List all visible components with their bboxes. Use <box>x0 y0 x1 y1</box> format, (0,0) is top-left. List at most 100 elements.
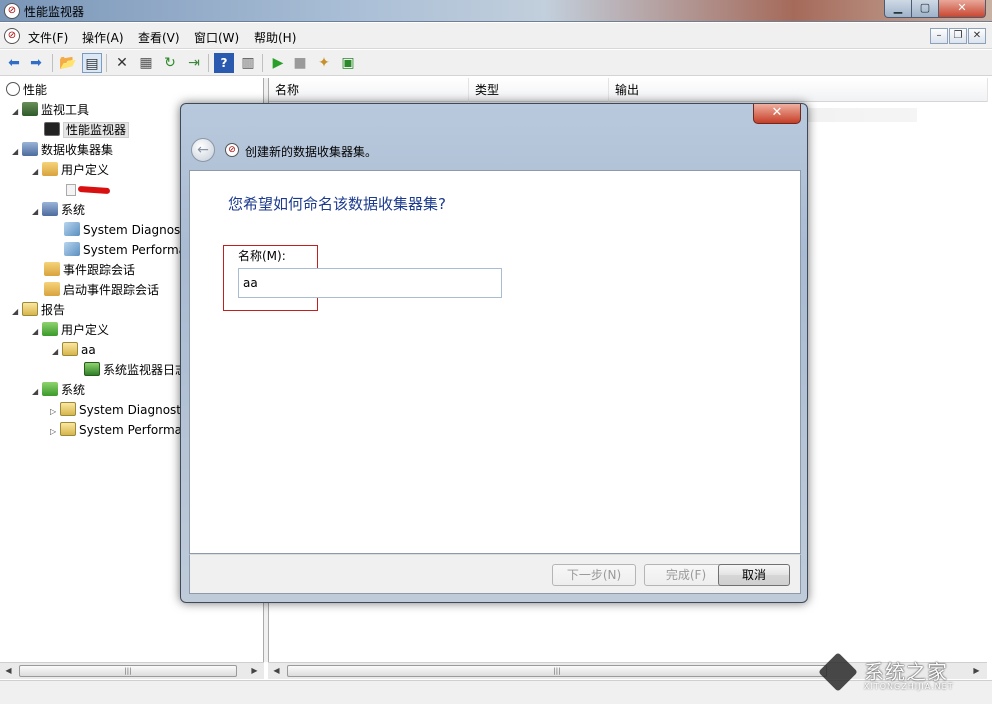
tree-item-startup-event-trace[interactable]: 启动事件跟踪会话 <box>44 280 159 300</box>
report-folder-icon <box>42 322 58 336</box>
system-folder-icon <box>42 202 58 216</box>
reports-icon <box>22 302 38 316</box>
user-folder-icon <box>42 162 58 176</box>
tree-item-data-collector-sets[interactable]: ◢ 数据收集器集 <box>12 140 113 160</box>
scroll-thumb[interactable]: ||| <box>287 665 827 677</box>
log-report-icon <box>84 362 100 376</box>
expanded-arrow-icon[interactable]: ◢ <box>32 322 42 342</box>
start-icon[interactable]: ▶ <box>268 53 288 73</box>
menu-view[interactable]: 查看(V) <box>138 29 180 46</box>
expanded-arrow-icon[interactable]: ◢ <box>12 142 22 162</box>
toolbar-separator <box>106 54 107 72</box>
scroll-left-icon[interactable]: ◀ <box>268 663 285 679</box>
site-watermark: 系统之家 XITONGZHIJIA.NET <box>818 652 990 700</box>
new-item-icon[interactable] <box>66 184 76 196</box>
tree-item-system[interactable]: ◢ 系统 <box>32 200 85 220</box>
monitor-icon <box>44 122 60 136</box>
tree-item-system-performance[interactable]: System Performa <box>64 240 186 260</box>
tools-folder-icon <box>22 102 38 116</box>
menu-file[interactable]: 文件(F) <box>28 29 68 46</box>
show-hide-tree-icon[interactable]: ▤ <box>82 53 102 73</box>
wizard-question: 您希望如何命名该数据收集器集? <box>228 195 446 213</box>
stop-icon[interactable]: ■ <box>290 53 310 73</box>
toolbar-separator <box>208 54 209 72</box>
name-input[interactable] <box>238 268 502 298</box>
tree-item-report-system-diagnostics[interactable]: ▷ System Diagnost <box>50 400 181 420</box>
menu-bar: ⊘ 文件(F) 操作(A) 查看(V) 窗口(W) 帮助(H) – ❐ ✕ <box>0 23 992 49</box>
refresh-icon[interactable]: ↻ <box>160 53 180 73</box>
column-header-name[interactable]: 名称 <box>269 78 469 102</box>
expanded-arrow-icon[interactable]: ◢ <box>32 162 42 182</box>
performance-icon <box>6 82 20 96</box>
forward-arrow-icon[interactable]: ➡ <box>26 53 46 73</box>
up-folder-icon[interactable]: 📂 <box>58 53 78 73</box>
column-header-type[interactable]: 类型 <box>469 78 609 102</box>
name-label: 名称(M): <box>238 249 286 263</box>
data-collector-icon <box>22 142 38 156</box>
dialog-close-button[interactable]: ✕ <box>753 104 801 124</box>
expanded-arrow-icon[interactable]: ◢ <box>32 202 42 222</box>
collector-set-icon <box>64 222 80 236</box>
system-menu-icon[interactable]: ⊘ <box>4 28 20 44</box>
tree-item-reports[interactable]: ◢ 报告 <box>12 300 65 320</box>
report-folder-icon <box>60 402 76 416</box>
back-icon[interactable]: ← <box>191 138 215 162</box>
collapsed-arrow-icon[interactable]: ▷ <box>50 422 60 442</box>
tree-item-report-system-performance[interactable]: ▷ System Performa <box>50 420 182 440</box>
tree-horizontal-scrollbar[interactable]: ◀ ||| ▶ <box>0 662 264 679</box>
next-button[interactable]: 下一步(N) <box>552 564 636 586</box>
watermark-url: XITONGZHIJIA.NET <box>864 682 954 691</box>
dialog-title: 创建新的数据收集器集。 <box>245 145 378 159</box>
tree-item-event-trace-sessions[interactable]: 事件跟踪会话 <box>44 260 135 280</box>
watermark-text: 系统之家 <box>864 660 948 684</box>
tree-item-report-aa[interactable]: ◢ aa <box>52 340 96 360</box>
export-list-icon[interactable]: ⇥ <box>184 53 204 73</box>
maximize-button[interactable]: ▢ <box>911 0 939 18</box>
expanded-arrow-icon[interactable]: ◢ <box>12 102 22 122</box>
report-folder-icon <box>60 422 76 436</box>
dialog-body: 您希望如何命名该数据收集器集? 名称(M): <box>189 170 801 554</box>
menu-window[interactable]: 窗口(W) <box>194 29 239 46</box>
mdi-restore-icon[interactable]: ❐ <box>949 28 967 44</box>
help-icon[interactable]: ? <box>214 53 234 73</box>
column-header-output[interactable]: 输出 <box>609 78 988 102</box>
expanded-arrow-icon[interactable]: ◢ <box>52 342 62 362</box>
report-folder-icon <box>42 382 58 396</box>
tree-item-performance[interactable]: 性能 <box>6 80 47 100</box>
tree-item-perf-monitor[interactable]: 性能监视器 <box>44 120 130 140</box>
delete-icon[interactable]: ✕ <box>112 53 132 73</box>
expanded-arrow-icon[interactable]: ◢ <box>12 302 22 322</box>
minimize-button[interactable]: ▁ <box>884 0 912 18</box>
report-folder-icon <box>62 342 78 356</box>
perf-monitor-app-icon: ⊘ <box>4 3 20 19</box>
back-arrow-icon[interactable]: ⬅ <box>4 53 24 73</box>
console-tree-icon[interactable]: ▥ <box>238 53 258 73</box>
cancel-button[interactable]: 取消 <box>718 564 790 586</box>
create-data-collector-set-dialog: ✕ ← ⊘ 创建新的数据收集器集。 您希望如何命名该数据收集器集? 名称(M):… <box>180 103 808 603</box>
close-button[interactable]: ✕ <box>938 0 986 18</box>
mdi-minimize-icon[interactable]: – <box>930 28 948 44</box>
collapsed-arrow-icon[interactable]: ▷ <box>50 402 60 422</box>
tree-item-reports-user-defined[interactable]: ◢ 用户定义 <box>32 320 109 340</box>
scroll-thumb[interactable]: ||| <box>19 665 237 677</box>
scroll-right-icon[interactable]: ▶ <box>246 663 263 679</box>
wizard-icon: ⊘ <box>225 143 239 157</box>
menu-action[interactable]: 操作(A) <box>82 29 124 46</box>
tree-item-system-monitor-log[interactable]: 系统监视器日志 <box>84 360 187 380</box>
tree-item-user-defined[interactable]: ◢ 用户定义 <box>32 160 109 180</box>
tree-item-system-diagnostics[interactable]: System Diagnost <box>64 220 185 240</box>
new-set-icon[interactable]: ✦ <box>314 53 334 73</box>
finish-button[interactable]: 完成(F) <box>644 564 728 586</box>
red-scribble-annotation <box>77 185 111 195</box>
toolbar-separator <box>52 54 53 72</box>
tree-item-reports-system[interactable]: ◢ 系统 <box>32 380 85 400</box>
toolbar-separator <box>262 54 263 72</box>
menu-help[interactable]: 帮助(H) <box>254 29 296 46</box>
tree-item-monitoring-tools[interactable]: ◢ 监视工具 <box>12 100 89 120</box>
collector-set-icon <box>64 242 80 256</box>
scroll-left-icon[interactable]: ◀ <box>0 663 17 679</box>
properties-icon[interactable]: ▦ <box>136 53 156 73</box>
expanded-arrow-icon[interactable]: ◢ <box>32 382 42 402</box>
latest-report-icon[interactable]: ▣ <box>338 53 358 73</box>
mdi-close-icon[interactable]: ✕ <box>968 28 986 44</box>
